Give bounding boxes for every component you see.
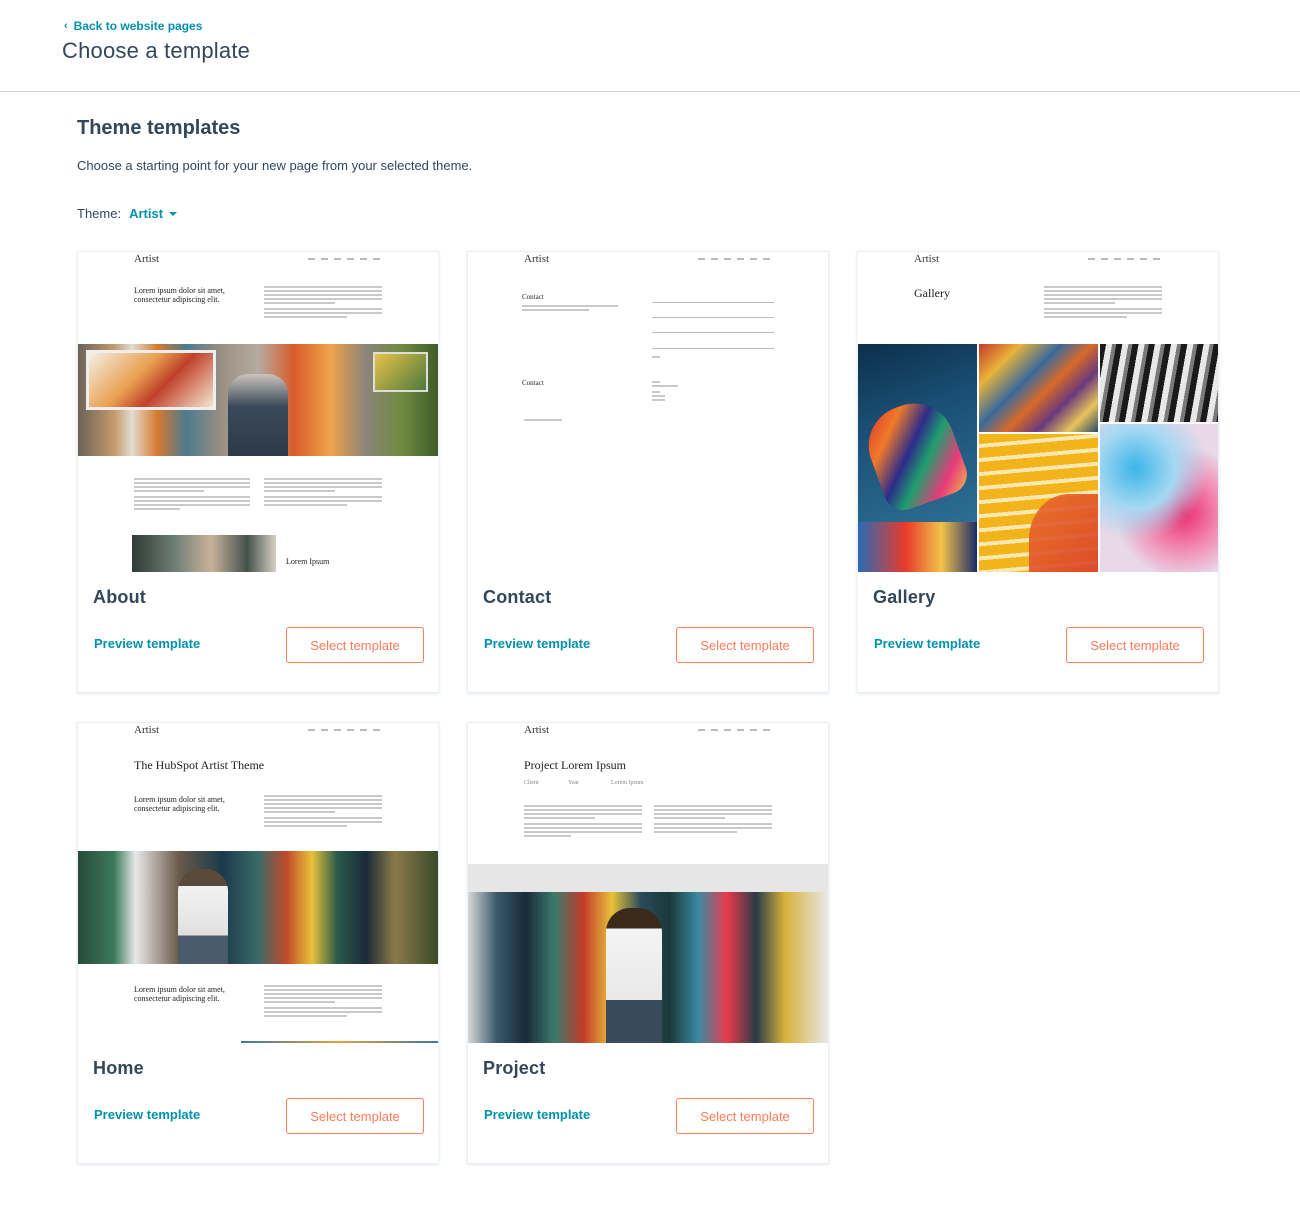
template-thumbnail-project: Artist Project Lorem Ipsum Client Year L…: [468, 723, 828, 1043]
gallery-pink-blue-abstract: [1100, 424, 1218, 572]
thumb-logo: Artist: [134, 724, 160, 736]
artist-studio-photo: [132, 535, 276, 572]
thumb-meta-year: Year: [568, 780, 580, 786]
template-name: Project: [483, 1058, 546, 1078]
form-field-line: [652, 332, 774, 333]
thumb-footer: [524, 419, 562, 423]
template-thumbnail-contact: Artist Contact Contact: [468, 252, 828, 572]
thumb-logo: Artist: [524, 253, 550, 265]
select-template-button[interactable]: Select template: [676, 1098, 814, 1134]
form-field-line: [652, 302, 774, 303]
caret-down-icon: [169, 211, 178, 216]
thumb-text-lines: [264, 795, 382, 829]
theme-dropdown-value: Artist: [129, 206, 164, 221]
thumb-caption: Lorem Ipsum: [286, 557, 330, 566]
preview-template-link[interactable]: Preview template: [94, 636, 200, 651]
thumb-contact-lines: [522, 305, 618, 313]
form-field-line: [652, 348, 774, 349]
form-field-line: [652, 317, 774, 318]
thumb-project-heading: Project Lorem Ipsum: [524, 758, 626, 772]
thumb-logo: Artist: [134, 253, 160, 265]
template-thumbnail-home: Artist The HubSpot Artist Theme Lorem ip…: [78, 723, 438, 1043]
preview-template-link[interactable]: Preview template: [484, 636, 590, 651]
back-link-label: Back to website pages: [73, 19, 203, 33]
template-card-project: Artist Project Lorem Ipsum Client Year L…: [467, 722, 829, 1164]
thumb-text-lines-2: [264, 985, 382, 1019]
back-to-website-pages-link[interactable]: ‹ Back to website pages: [64, 19, 202, 33]
thumb-gallery-heading: Gallery: [914, 286, 950, 300]
select-template-button[interactable]: Select template: [1066, 627, 1204, 663]
thumb-body-lines-left: [134, 478, 250, 512]
project-graffiti-photo: [468, 864, 828, 1043]
section-description: Choose a starting point for your new pag…: [77, 158, 473, 173]
template-card-gallery: Artist Gallery Gallery Preview template …: [857, 251, 1219, 693]
thumb-body-lines-right: [264, 478, 382, 508]
thumb-contact-heading: Contact: [522, 293, 544, 301]
thumb-logo: Artist: [524, 724, 550, 736]
thumb-nav: [308, 258, 380, 260]
select-template-button[interactable]: Select template: [676, 627, 814, 663]
chevron-left-icon: ‹: [64, 20, 68, 32]
theme-selector-row: Theme: Artist: [77, 206, 178, 221]
thumb-meta-title: Lorem Ipsum: [611, 780, 644, 786]
thumb-contact-heading-2: Contact: [522, 379, 544, 387]
template-name: About: [93, 587, 146, 607]
thumb-text-lines: [264, 286, 382, 320]
gallery-cubist-painting: [979, 344, 1098, 432]
thumb-nav: [698, 258, 770, 260]
page-title: Choose a template: [62, 38, 251, 63]
template-thumbnail-about: Artist Lorem ipsum dolor sit amet, conse…: [78, 252, 438, 572]
template-thumbnail-gallery: Artist Gallery: [858, 252, 1218, 572]
gallery-abstract-1: [858, 522, 977, 572]
template-name: Contact: [483, 587, 552, 607]
preview-template-link[interactable]: Preview template: [94, 1107, 200, 1122]
theme-label: Theme:: [77, 206, 122, 221]
theme-dropdown[interactable]: Artist: [129, 206, 178, 221]
template-card-about: Artist Lorem ipsum dolor sit amet, conse…: [77, 251, 439, 693]
artist-painting-photo: [78, 344, 438, 456]
thumb-nav: [1088, 258, 1160, 260]
thumb-progress-strip: [241, 1041, 438, 1043]
gallery-yellow-stripes: [979, 434, 1098, 572]
thumb-text-lines: [1044, 286, 1162, 320]
thumb-tagline: Lorem ipsum dolor sit amet, consectetur …: [134, 286, 225, 304]
thumb-nav: [698, 729, 770, 731]
thumb-home-heading: The HubSpot Artist Theme: [134, 758, 265, 772]
thumb-tagline: Lorem ipsum dolor sit amet, consectetur …: [134, 795, 225, 813]
section-title: Theme templates: [77, 117, 241, 139]
template-name: Home: [93, 1058, 144, 1078]
thumb-logo: Artist: [914, 253, 940, 265]
thumb-tagline-2: Lorem ipsum dolor sit amet, consectetur …: [134, 985, 225, 1003]
preview-template-link[interactable]: Preview template: [874, 636, 980, 651]
template-card-contact: Artist Contact Contact Contact Preview t…: [467, 251, 829, 693]
select-template-button[interactable]: Select template: [286, 627, 424, 663]
gallery-hand-painting: [858, 344, 977, 522]
thumb-contact-details: [652, 381, 678, 403]
select-template-button[interactable]: Select template: [286, 1098, 424, 1134]
thumb-body-lines-left: [524, 805, 642, 839]
thumb-nav: [308, 729, 380, 731]
template-card-home: Artist The HubSpot Artist Theme Lorem ip…: [77, 722, 439, 1164]
thumb-meta-client: Client: [524, 780, 539, 786]
preview-template-link[interactable]: Preview template: [484, 1107, 590, 1122]
form-submit: [652, 356, 660, 360]
template-name: Gallery: [873, 587, 936, 607]
home-graffiti-photo: [78, 851, 438, 964]
gallery-bw-faces: [1100, 344, 1218, 422]
page-header: ‹ Back to website pages Choose a templat…: [0, 0, 1300, 92]
thumb-body-lines-right: [654, 805, 772, 835]
